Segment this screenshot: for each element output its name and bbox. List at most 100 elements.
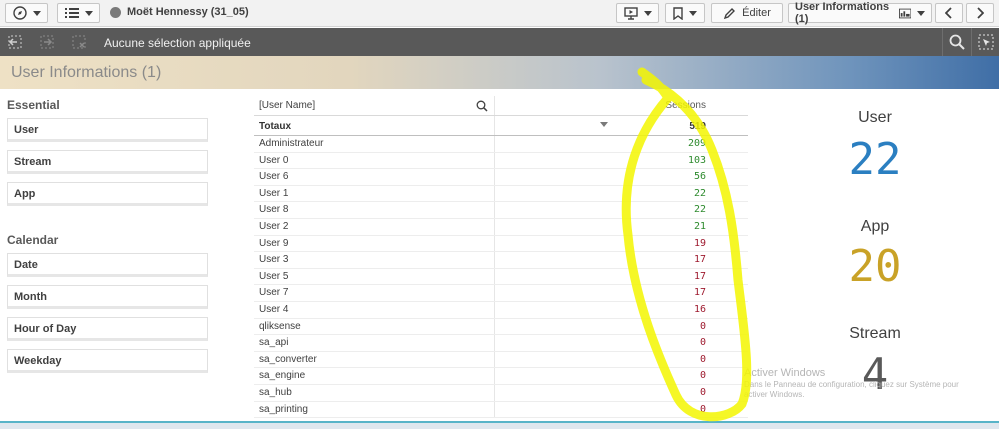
table-row[interactable]: User 6 56 (254, 169, 748, 186)
row-user-name[interactable]: User 7 (259, 287, 288, 298)
row-user-name[interactable]: sa_api (259, 337, 288, 348)
sheet-header: User Informations (1) (0, 56, 999, 89)
essential-group-label: Essential (7, 98, 60, 112)
row-sessions-value: 16 (693, 303, 706, 315)
next-sheet-button[interactable] (966, 3, 994, 23)
clear-selections-icon[interactable] (71, 34, 87, 50)
sheet-icon (898, 8, 911, 18)
presentation-icon (623, 6, 638, 20)
kpi-app-value: 20 (848, 241, 902, 292)
smart-search-button[interactable] (971, 28, 999, 56)
pencil-icon (724, 7, 736, 19)
row-user-name[interactable]: User 5 (259, 271, 288, 282)
row-user-name[interactable]: qliksense (259, 321, 301, 332)
filter-weekday[interactable]: Weekday (7, 349, 208, 373)
sheet-selector-label: User Informations (1) (795, 1, 890, 25)
table-body: Administrateur 209 User 0 103 User 6 56 User 1… (254, 136, 748, 419)
row-sessions-value: 56 (693, 171, 706, 183)
filter-user[interactable]: User (7, 118, 208, 142)
table-row[interactable]: User 7 17 (254, 285, 748, 302)
row-sessions-value: 22 (693, 187, 706, 199)
table-row[interactable]: qliksense 0 (254, 319, 748, 336)
table-row[interactable]: sa_hub 0 (254, 385, 748, 402)
globe-icon (110, 6, 121, 18)
totals-label: Totaux (259, 121, 292, 132)
filter-month[interactable]: Month (7, 285, 208, 309)
chevron-down-icon (32, 10, 41, 16)
list-icon (64, 8, 79, 18)
totals-value: 519 (689, 121, 706, 132)
selection-status: Aucune sélection appliquée (104, 36, 251, 50)
table-row[interactable]: sa_converter 0 (254, 352, 748, 369)
calendar-group-label: Calendar (7, 233, 59, 247)
filter-stream[interactable]: Stream (7, 150, 208, 174)
row-user-name[interactable]: sa_converter (259, 354, 317, 365)
step-forward-icon[interactable] (39, 34, 55, 50)
navigation-menu-button[interactable] (5, 3, 48, 23)
chevron-down-icon (84, 10, 93, 16)
row-user-name[interactable]: User 6 (259, 171, 288, 182)
row-sessions-value: 0 (699, 386, 706, 398)
row-user-name[interactable]: User 2 (259, 221, 288, 232)
table-row[interactable]: User 5 17 (254, 269, 748, 286)
row-sessions-value: 17 (693, 270, 706, 282)
table-row[interactable]: User 8 22 (254, 202, 748, 219)
search-icon[interactable] (476, 100, 488, 112)
table-row[interactable]: Administrateur 209 (254, 136, 748, 153)
row-user-name[interactable]: User 1 (259, 188, 288, 199)
row-user-name[interactable]: User 9 (259, 238, 288, 249)
edit-label: Éditer (742, 7, 771, 19)
filter-hour-of-day[interactable]: Hour of Day (7, 317, 208, 341)
sheet-title: User Informations (1) (11, 64, 162, 81)
sort-descending-icon[interactable] (600, 122, 608, 127)
filter-date[interactable]: Date (7, 253, 208, 277)
app-title: Moët Hennessy (31_05) (110, 6, 249, 18)
row-sessions-value: 0 (699, 353, 706, 365)
row-sessions-value: 17 (693, 287, 706, 299)
bottom-scroll-strip (0, 421, 999, 429)
row-user-name[interactable]: sa_engine (259, 370, 305, 381)
table-row[interactable]: sa_api 0 (254, 335, 748, 352)
row-sessions-value: 17 (693, 254, 706, 266)
table-row[interactable]: User 3 17 (254, 252, 748, 269)
table-row[interactable]: User 4 16 (254, 302, 748, 319)
search-button[interactable] (942, 28, 970, 56)
row-sessions-value: 0 (699, 320, 706, 332)
bookmark-icon (673, 6, 683, 20)
kpi-user-label: User (858, 109, 892, 126)
top-toolbar: Moët Hennessy (31_05) Éditer User Inform… (0, 0, 999, 27)
filter-app[interactable]: App (7, 182, 208, 206)
column-header-sessions[interactable]: Sessions (665, 100, 706, 111)
storytelling-button[interactable] (616, 3, 659, 23)
table-row[interactable]: User 9 19 (254, 236, 748, 253)
table-row[interactable]: sa_printing 0 (254, 402, 748, 419)
bookmarks-button[interactable] (665, 3, 705, 23)
previous-sheet-button[interactable] (935, 3, 963, 23)
table-row[interactable]: User 2 21 (254, 219, 748, 236)
sessions-table: [User Name] Sessions Totaux 519 Administ… (254, 96, 748, 419)
chevron-right-icon (977, 7, 984, 19)
row-user-name[interactable]: User 4 (259, 304, 288, 315)
kpi-app-label: App (860, 218, 890, 235)
row-user-name[interactable]: sa_printing (259, 404, 308, 415)
row-sessions-value: 103 (687, 154, 706, 166)
global-menu-button[interactable] (57, 3, 100, 23)
row-user-name[interactable]: User 8 (259, 204, 288, 215)
edit-button[interactable]: Éditer (711, 3, 783, 23)
table-row[interactable]: User 0 103 (254, 153, 748, 170)
row-sessions-value: 209 (687, 138, 706, 149)
sheet-selector[interactable]: User Informations (1) (788, 1, 932, 25)
table-row[interactable]: User 1 22 (254, 186, 748, 203)
table-row[interactable]: sa_engine 0 (254, 368, 748, 385)
column-header-user-name[interactable]: [User Name] (259, 100, 315, 111)
row-user-name[interactable]: sa_hub (259, 387, 292, 398)
row-user-name[interactable]: User 0 (259, 155, 288, 166)
chevron-down-icon (689, 10, 697, 16)
row-user-name[interactable]: Administrateur (259, 138, 323, 149)
step-back-icon[interactable] (7, 34, 23, 50)
row-user-name[interactable]: User 3 (259, 254, 288, 265)
windows-activation-text: Dans le Panneau de configuration, clique… (744, 380, 959, 399)
chevron-left-icon (945, 7, 952, 19)
table-header: [User Name] Sessions (254, 96, 748, 116)
chevron-down-icon (643, 10, 652, 16)
